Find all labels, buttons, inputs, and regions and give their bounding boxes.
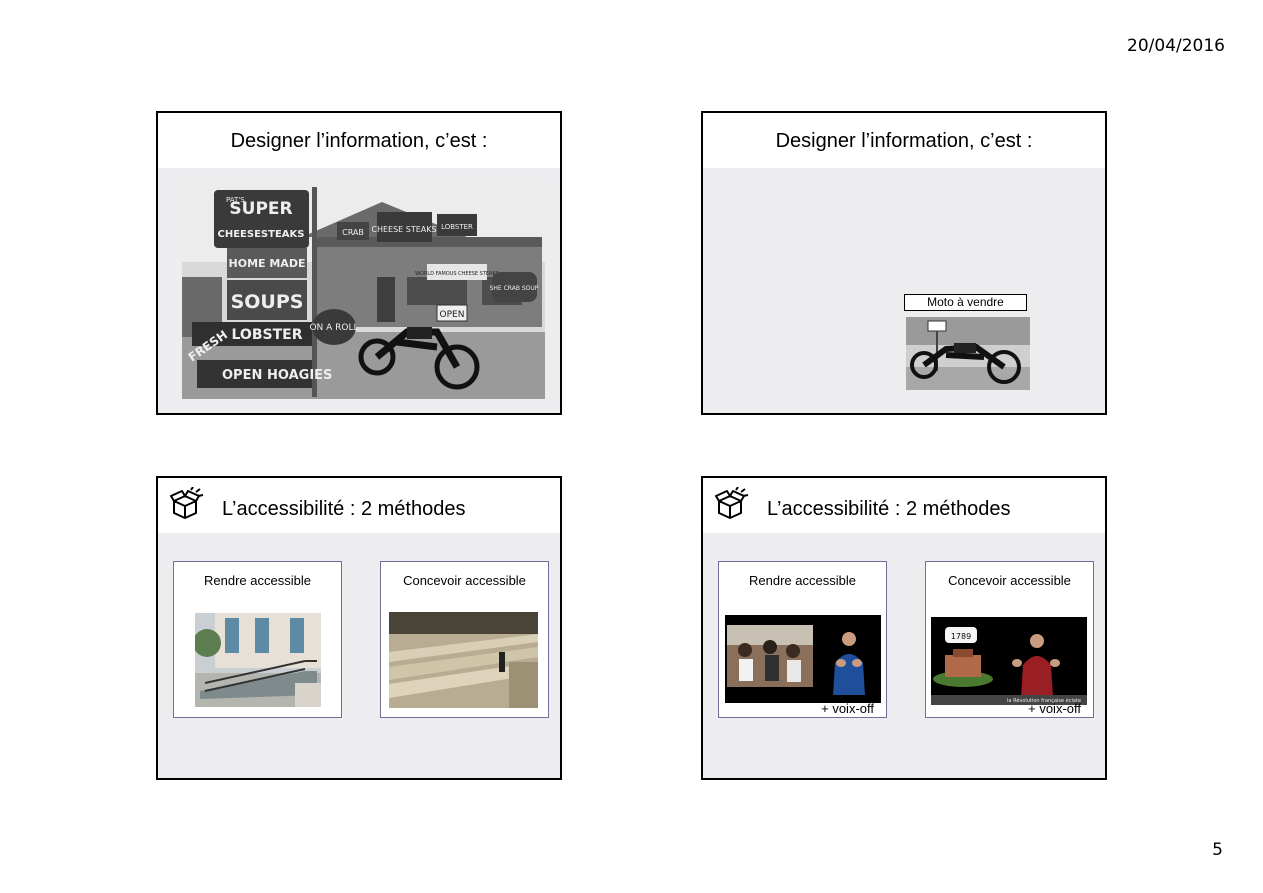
sign-hoagies: HOAGIES [267, 368, 332, 383]
sign-crab: CRAB [342, 228, 364, 237]
card-concevoir-accessible: Concevoir accessible [380, 561, 549, 718]
date-badge: 1789 [951, 632, 971, 641]
slide-title: Designer l’information, c’est : [775, 130, 1033, 152]
slide-header: Designer l’information, c’est : [158, 113, 560, 168]
sign-world-famous: WORLD FAMOUS CHEESE STEAKS [415, 271, 499, 277]
slide-title: Designer l’information, c’est : [230, 130, 488, 152]
sign-open-2: OPEN [440, 310, 465, 320]
slide-title: L’accessibilité : 2 méthodes [767, 498, 1011, 520]
sign-she-crab: SHE CRAB SOUP [490, 285, 539, 292]
video-interpreter-still [725, 615, 881, 703]
slide-header: L’accessibilité : 2 méthodes [703, 478, 1105, 533]
motorcycle-photo [906, 317, 1030, 390]
sign-soups: SOUPS [231, 291, 304, 313]
slide-4: L’accessibilité : 2 méthodes Rendre acce… [701, 476, 1107, 780]
card-title: Rendre accessible [204, 573, 311, 588]
voix-off-label: + voix-off [821, 701, 874, 716]
sign-cheesesteaks: CHEESESTEAKS [218, 229, 305, 240]
card-concevoir-accessible: Concevoir accessible 1789 la Révolution … [925, 561, 1094, 718]
card-title: Concevoir accessible [948, 573, 1071, 588]
sign-lobster: LOBSTER [232, 327, 303, 343]
sign-lobster-2: LOBSTER [441, 223, 473, 231]
card-title: Rendre accessible [749, 573, 856, 588]
animated-video-interpreter-still: 1789 la Révolution française éclate [931, 617, 1087, 705]
stairs-photo [389, 612, 538, 708]
sign-on-a-roll: ON A ROLL [309, 323, 358, 333]
slide-2: Designer l’information, c’est : Moto à v… [701, 111, 1107, 415]
card-rendre-accessible: Rendre accessible + voix-off [718, 561, 887, 718]
sign-cheese-steaks: CHEESE STEAKS [371, 225, 436, 234]
sign-pats: PAT'S [226, 196, 245, 204]
voix-off-label: + voix-off [1028, 701, 1081, 716]
card-title: Concevoir accessible [403, 573, 526, 588]
slide-header: Designer l’information, c’est : [703, 113, 1105, 168]
ramp-photo [195, 613, 321, 707]
moto-label: Moto à vendre [904, 294, 1027, 311]
slide-header: L’accessibilité : 2 méthodes [158, 478, 560, 533]
slide-1: Designer l’information, c’est : SUPER CH… [156, 111, 562, 415]
sign-home-made: HOME MADE [229, 257, 306, 270]
box-icon [715, 487, 749, 519]
slide-3: L’accessibilité : 2 méthodes Rendre acce… [156, 476, 562, 780]
page-number: 5 [1212, 840, 1223, 860]
shack-photo: SUPER CHEESESTEAKS PAT'S HOME MADE SOUPS… [182, 182, 545, 399]
slide-title: L’accessibilité : 2 méthodes [222, 498, 466, 520]
sign-open: OPEN [222, 368, 262, 383]
card-rendre-accessible: Rendre accessible [173, 561, 342, 718]
box-icon [170, 487, 204, 519]
date-label: 20/04/2016 [1127, 36, 1225, 56]
